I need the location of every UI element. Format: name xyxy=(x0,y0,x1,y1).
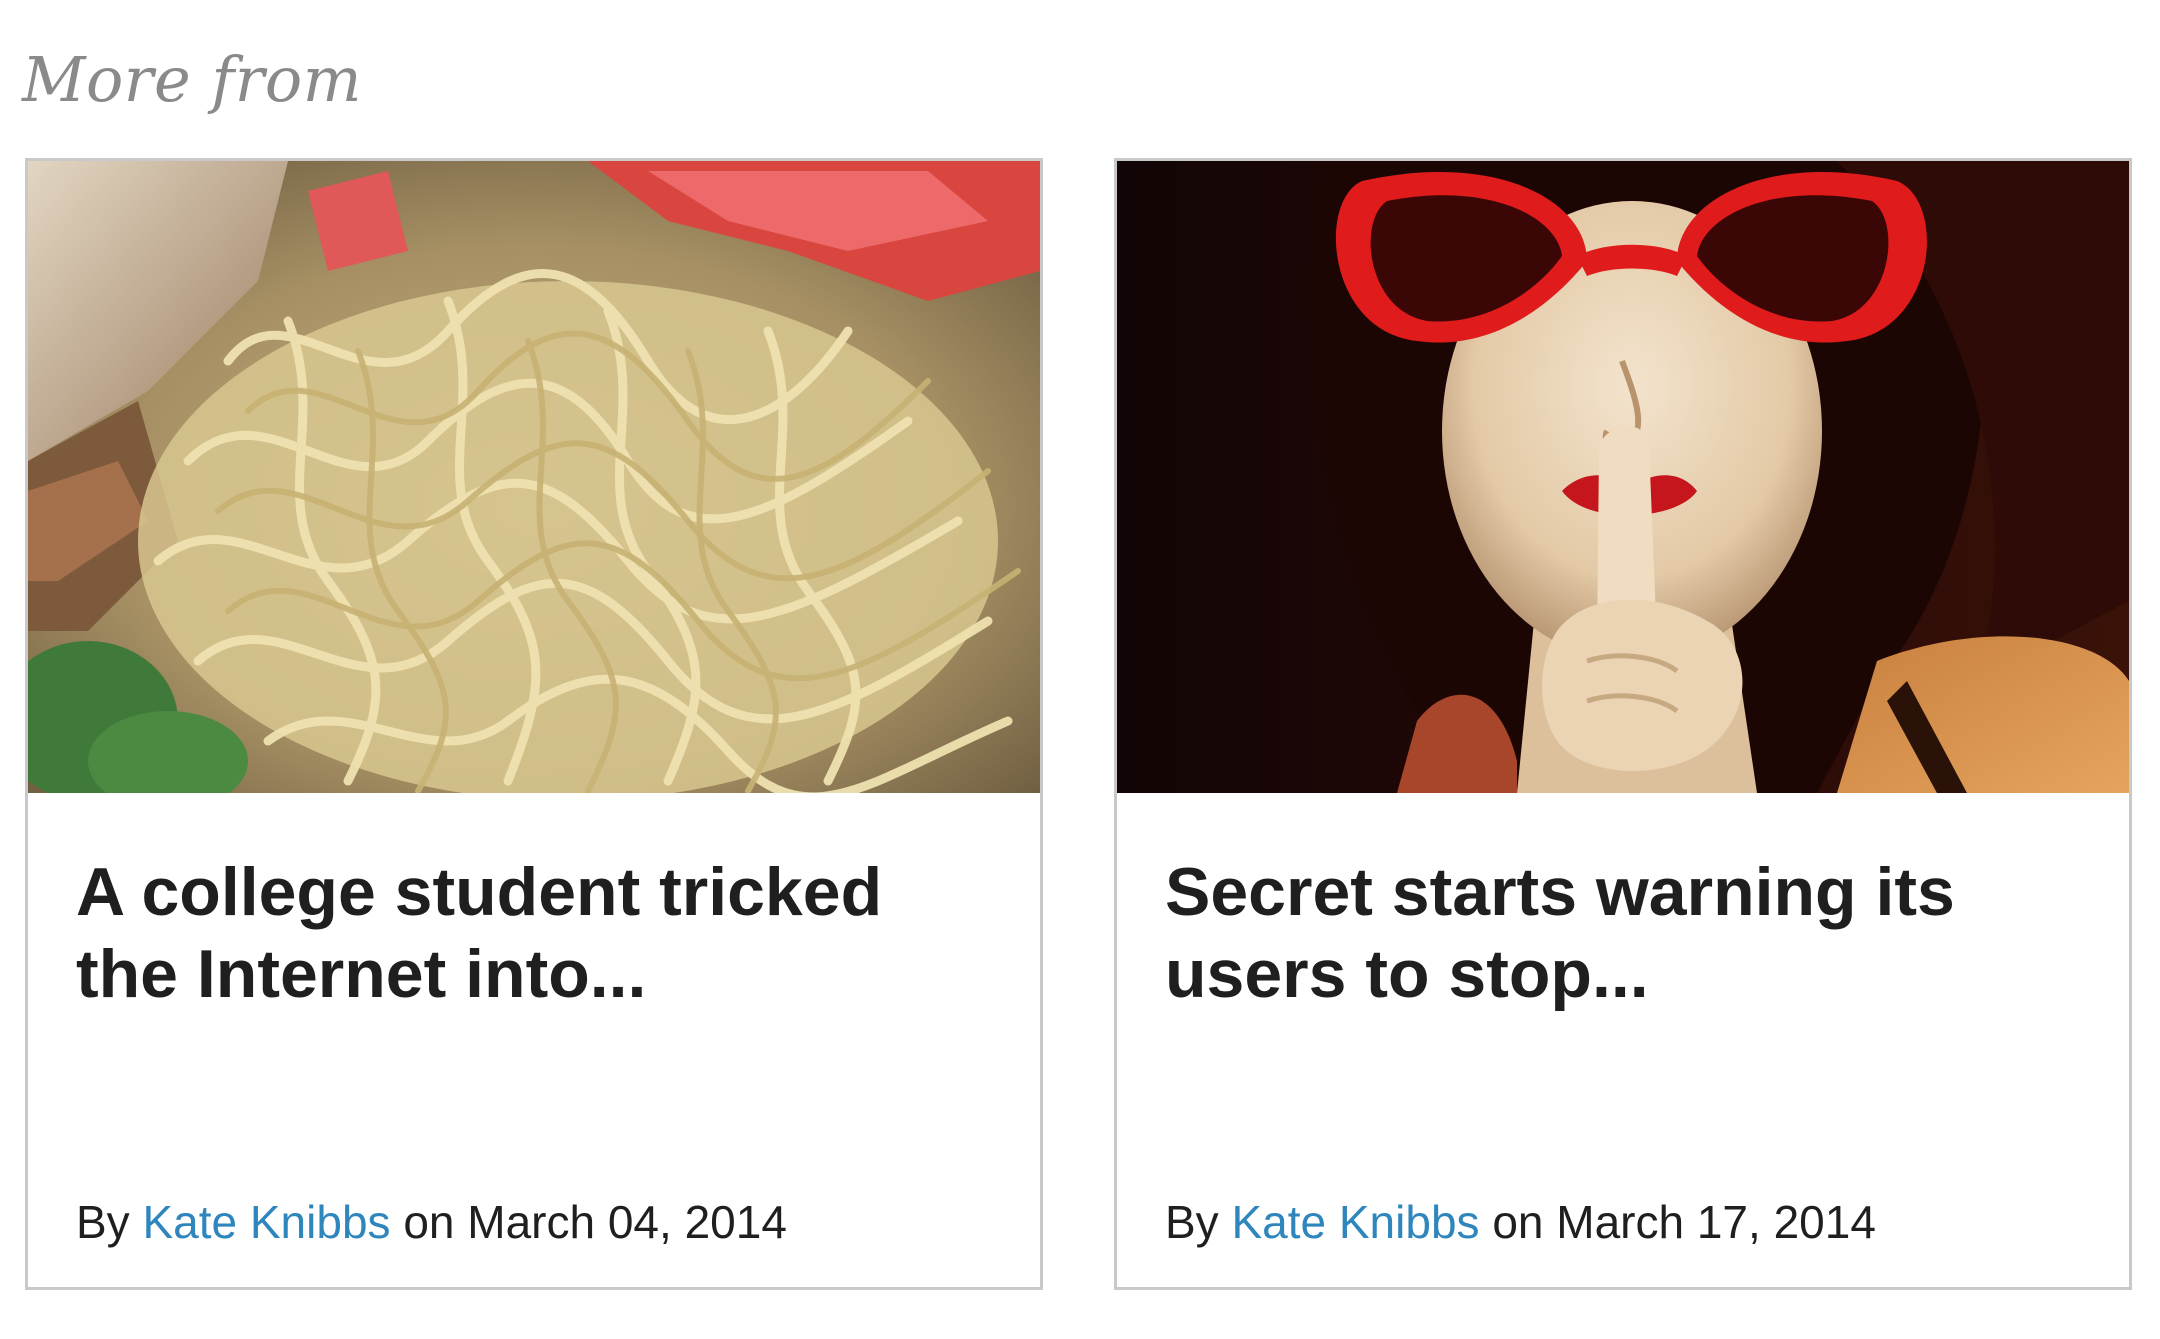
article-card-1[interactable]: A college student tricked the Internet i… xyxy=(25,158,1043,1290)
article-byline: By Kate Knibbs on March 17, 2014 xyxy=(1165,1192,1876,1252)
section-heading: More from xyxy=(22,43,363,116)
author-link[interactable]: Kate Knibbs xyxy=(1231,1196,1479,1248)
mannequin-sunglasses-image xyxy=(1117,161,2129,793)
article-title-link[interactable]: Secret starts warning its users to stop.… xyxy=(1165,851,2065,1015)
article-thumbnail-mannequin[interactable] xyxy=(1117,161,2129,793)
byline-by-label: By xyxy=(76,1196,130,1248)
more-from-section: More from A college student tricked the … xyxy=(0,0,2160,1339)
byline-on-label: on xyxy=(403,1196,455,1248)
article-card-2[interactable]: Secret starts warning its users to stop.… xyxy=(1114,158,2132,1290)
publish-date: March 04, 2014 xyxy=(467,1196,787,1248)
ramen-noodles-image xyxy=(28,161,1040,793)
publish-date: March 17, 2014 xyxy=(1556,1196,1876,1248)
article-byline: By Kate Knibbs on March 04, 2014 xyxy=(76,1192,787,1252)
byline-on-label: on xyxy=(1492,1196,1544,1248)
author-link[interactable]: Kate Knibbs xyxy=(142,1196,390,1248)
byline-by-label: By xyxy=(1165,1196,1219,1248)
article-thumbnail-ramen[interactable] xyxy=(28,161,1040,793)
article-title-link[interactable]: A college student tricked the Internet i… xyxy=(76,851,976,1015)
